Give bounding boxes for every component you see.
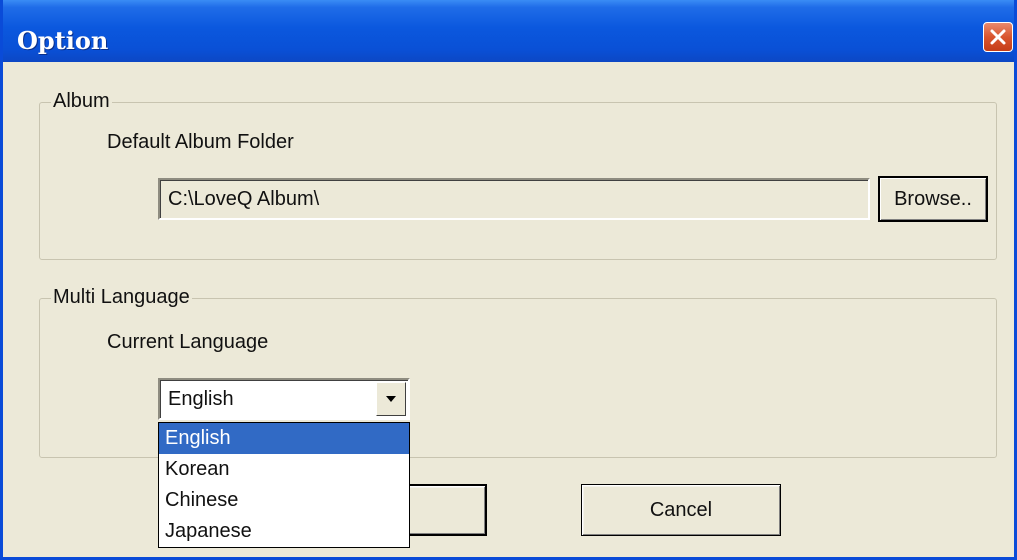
language-option-english[interactable]: English (159, 423, 409, 454)
close-button[interactable] (983, 22, 1013, 52)
window-title: Option (17, 26, 109, 55)
current-language-label: Current Language (107, 331, 269, 353)
cancel-button[interactable]: Cancel (581, 484, 781, 536)
album-group-label: Album (51, 89, 112, 113)
default-album-folder-label: Default Album Folder (107, 131, 294, 153)
language-select-value: English (168, 388, 234, 410)
language-dropdown-list: English Korean Chinese Japanese (158, 422, 410, 548)
title-bar[interactable]: Option (3, 0, 1014, 62)
album-folder-field[interactable]: C:\LoveQ Album\ (158, 178, 870, 220)
close-icon (989, 28, 1007, 46)
language-dropdown-button[interactable] (376, 382, 406, 416)
language-option-japanese[interactable]: Japanese (159, 516, 409, 547)
option-dialog: Option Album Default Album Folder C:\Lov… (0, 0, 1017, 560)
browse-button[interactable]: Browse.. (878, 176, 988, 222)
language-option-chinese[interactable]: Chinese (159, 485, 409, 516)
language-group-label: Multi Language (51, 285, 192, 309)
chevron-down-icon (385, 390, 397, 408)
language-option-korean[interactable]: Korean (159, 454, 409, 485)
language-select[interactable]: English (158, 378, 410, 420)
